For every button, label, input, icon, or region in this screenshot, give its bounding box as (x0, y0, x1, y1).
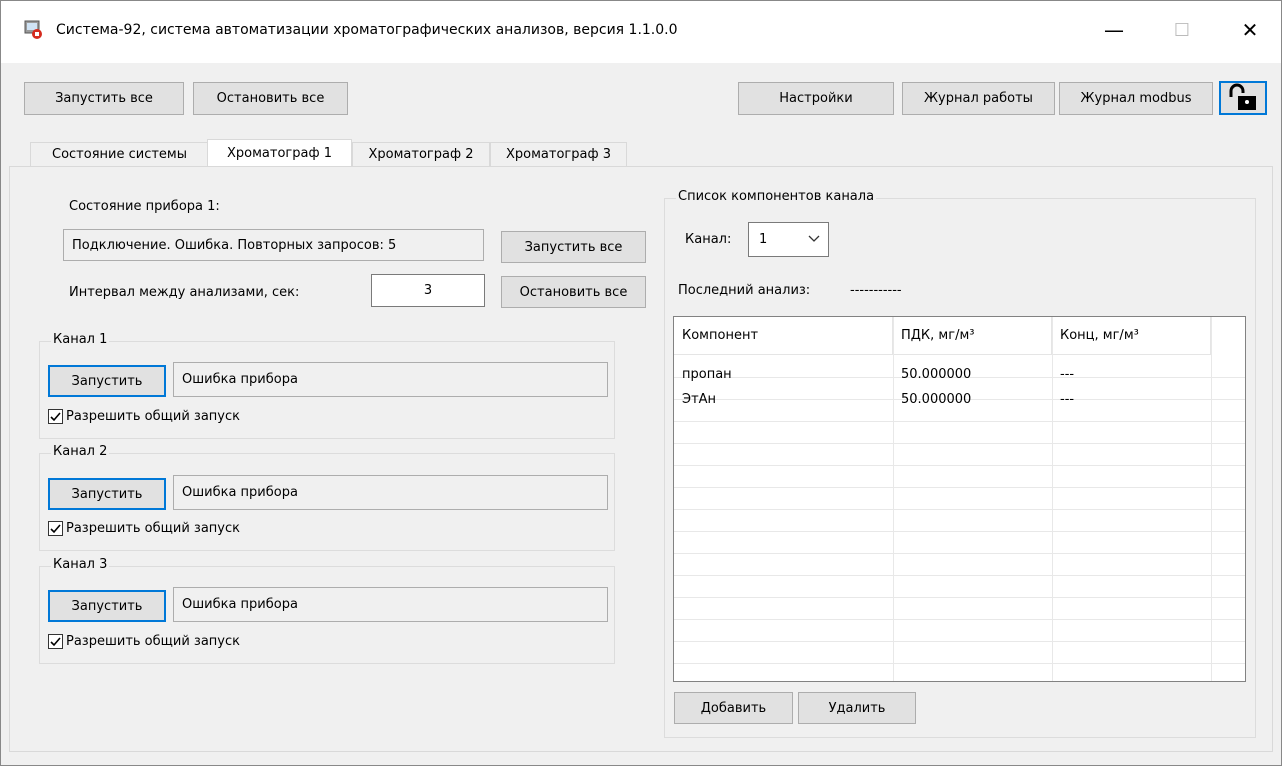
unlocked-padlock-icon[interactable] (1219, 81, 1267, 115)
table-cell-pdk[interactable]: 50.000000 (893, 363, 1052, 385)
channel-2-title: Канал 2 (51, 444, 110, 459)
app-icon (23, 20, 45, 40)
window-title: Система-92, система автоматизации хромат… (56, 22, 678, 38)
delete-component-button[interactable]: Удалить (798, 692, 916, 724)
interval-input[interactable]: 3 (371, 274, 485, 307)
maximize-button[interactable]: ☐ (1154, 2, 1210, 58)
tab-chromatograph-2[interactable]: Хроматограф 2 (352, 142, 490, 166)
grid-row-line (674, 465, 1245, 466)
channel-1-allow-label: Разрешить общий запуск (66, 409, 240, 424)
grid-row-line (674, 575, 1245, 576)
table-cell-component[interactable]: пропан (674, 363, 893, 385)
device-stop-all-button[interactable]: Остановить все (501, 276, 646, 308)
channel-3-allow-checkbox[interactable] (48, 634, 63, 649)
device-start-all-button[interactable]: Запустить все (501, 231, 646, 263)
interval-label: Интервал между анализами, сек: (69, 285, 300, 300)
components-table[interactable]: Компонент ПДК, мг/м³ Конц, мг/м³ пропан … (673, 316, 1246, 682)
channel-1-allow-checkbox[interactable] (48, 409, 63, 424)
channel-2-allow-label: Разрешить общий запуск (66, 521, 240, 536)
settings-button[interactable]: Настройки (738, 82, 894, 115)
column-header-pdk[interactable]: ПДК, мг/м³ (893, 317, 1052, 355)
table-cell-conc[interactable]: --- (1052, 363, 1211, 385)
channel-2-run-button[interactable]: Запустить (48, 478, 166, 510)
grid-row-line (674, 619, 1245, 620)
grid-row-line (674, 663, 1245, 664)
minimize-button[interactable]: — (1086, 2, 1142, 58)
channel-select-label: Канал: (685, 232, 732, 247)
channel-2-allow-checkbox[interactable] (48, 521, 63, 536)
tab-chromatograph-3[interactable]: Хроматограф 3 (490, 142, 627, 166)
channel-1-run-button[interactable]: Запустить (48, 365, 166, 397)
add-component-button[interactable]: Добавить (674, 692, 793, 724)
last-analysis-value: ----------- (850, 283, 902, 298)
grid-divider (1211, 317, 1212, 681)
channel-1-title: Канал 1 (51, 332, 110, 347)
work-log-button[interactable]: Журнал работы (902, 82, 1055, 115)
tab-system-state[interactable]: Состояние системы (30, 142, 209, 166)
close-button[interactable]: ✕ (1222, 2, 1278, 58)
grid-row-line (674, 531, 1245, 532)
column-header-conc[interactable]: Конц, мг/м³ (1052, 317, 1211, 355)
tab-chromatograph-1[interactable]: Хроматограф 1 (207, 139, 352, 166)
device-state-label: Состояние прибора 1: (69, 199, 220, 214)
grid-row-line (674, 509, 1245, 510)
grid-row-line (674, 487, 1245, 488)
chevron-down-icon (808, 232, 820, 247)
grid-row-line (674, 597, 1245, 598)
table-cell-pdk[interactable]: 50.000000 (893, 388, 1052, 410)
components-title: Список компонентов канала (676, 189, 877, 204)
grid-row-line (674, 641, 1245, 642)
channel-2-status: Ошибка прибора (173, 475, 608, 510)
table-cell-component[interactable]: ЭтАн (674, 388, 893, 410)
channel-select[interactable]: 1 (748, 222, 829, 257)
channel-3-run-button[interactable]: Запустить (48, 590, 166, 622)
channel-select-value: 1 (759, 232, 768, 247)
column-header-component[interactable]: Компонент (674, 317, 893, 355)
last-analysis-label: Последний анализ: (678, 283, 811, 298)
modbus-log-button[interactable]: Журнал modbus (1059, 82, 1213, 115)
start-all-button[interactable]: Запустить все (24, 82, 184, 115)
channel-3-allow-label: Разрешить общий запуск (66, 634, 240, 649)
channel-3-status: Ошибка прибора (173, 587, 608, 622)
channel-1-status: Ошибка прибора (173, 362, 608, 397)
grid-row-line (674, 421, 1245, 422)
table-cell-conc[interactable]: --- (1052, 388, 1211, 410)
stop-all-button[interactable]: Остановить все (193, 82, 348, 115)
grid-row-line (674, 553, 1245, 554)
grid-row-line (674, 443, 1245, 444)
device-state-value: Подключение. Ошибка. Повторных запросов:… (63, 229, 484, 261)
channel-3-title: Канал 3 (51, 557, 110, 572)
